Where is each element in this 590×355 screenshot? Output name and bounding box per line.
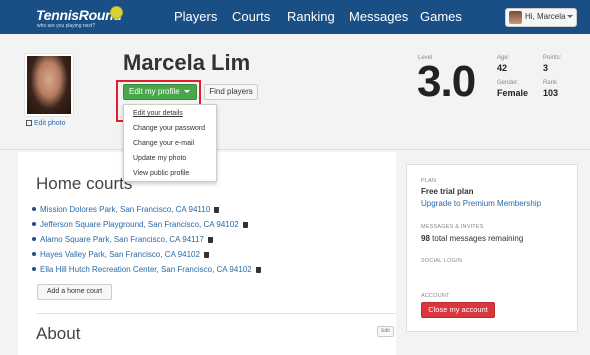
about-title: About bbox=[36, 324, 81, 343]
edit-icon bbox=[26, 120, 32, 126]
bullet-icon bbox=[32, 267, 36, 271]
court-item: Ella Hill Hutch Recreation Center, San F… bbox=[32, 265, 261, 274]
menu-view-public-profile[interactable]: View public profile bbox=[133, 170, 189, 177]
menu-change-email[interactable]: Change your e-mail bbox=[133, 140, 194, 147]
edit-photo-label: Edit photo bbox=[34, 120, 66, 127]
user-greeting: Hi, Marcela bbox=[525, 12, 574, 21]
court-link[interactable]: Alamo Square Park, San Francisco, CA 941… bbox=[40, 235, 204, 244]
points-value: 3 bbox=[543, 63, 549, 73]
gender-label: Gender: bbox=[497, 80, 519, 86]
messages-label: MESSAGES & INVITES bbox=[421, 224, 484, 230]
court-item: Hayes Valley Park, San Francisco, CA 941… bbox=[32, 250, 209, 259]
plan-label: PLAN bbox=[421, 178, 437, 184]
chevron-down-icon bbox=[567, 15, 574, 19]
section-divider bbox=[36, 313, 396, 314]
court-item: Alamo Square Park, San Francisco, CA 941… bbox=[32, 235, 213, 244]
level-value: 3.0 bbox=[417, 57, 476, 106]
court-item: Jefferson Square Playground, San Francis… bbox=[32, 220, 248, 229]
menu-update-photo[interactable]: Update my photo bbox=[133, 155, 186, 162]
user-avatar bbox=[509, 11, 522, 24]
nav-messages[interactable]: Messages bbox=[349, 9, 408, 24]
account-label: ACCOUNT bbox=[421, 293, 450, 299]
close-account-button[interactable]: Close my account bbox=[421, 302, 495, 318]
trash-icon[interactable] bbox=[255, 267, 261, 273]
messages-count: 98 bbox=[421, 234, 430, 243]
bullet-icon bbox=[32, 252, 36, 256]
trash-icon[interactable] bbox=[214, 207, 220, 213]
court-link[interactable]: Mission Dolores Park, San Francisco, CA … bbox=[40, 205, 210, 214]
gender-value: Female bbox=[497, 88, 529, 98]
find-players-button[interactable]: Find players bbox=[204, 84, 258, 100]
court-link[interactable]: Hayes Valley Park, San Francisco, CA 941… bbox=[40, 250, 200, 259]
upgrade-link[interactable]: Upgrade to Premium Membership bbox=[421, 199, 541, 208]
trash-icon[interactable] bbox=[207, 237, 213, 243]
age-label: Age: bbox=[497, 55, 510, 61]
bullet-icon bbox=[32, 237, 36, 241]
nav-courts[interactable]: Courts bbox=[232, 9, 270, 24]
trash-icon[interactable] bbox=[242, 222, 248, 228]
top-navbar: TennisRound who are you playing next? Pl… bbox=[0, 0, 590, 34]
nav-games[interactable]: Games bbox=[420, 9, 462, 24]
bullet-icon bbox=[32, 207, 36, 211]
bullet-icon bbox=[32, 222, 36, 226]
user-menu-button[interactable]: Hi, Marcela bbox=[505, 8, 577, 27]
add-home-court-button[interactable]: Add a home court bbox=[37, 284, 112, 300]
user-greeting-label: Hi, Marcela bbox=[525, 12, 566, 21]
profile-name: Marcela Lim bbox=[123, 50, 251, 75]
age-value: 42 bbox=[497, 63, 508, 73]
plan-value: Free trial plan bbox=[421, 187, 474, 196]
edit-about-button[interactable]: Edit bbox=[377, 326, 394, 337]
rank-value: 103 bbox=[543, 88, 559, 98]
social-login-label: SOCIAL LOGIN bbox=[421, 258, 463, 264]
edit-profile-label: Edit my profile bbox=[129, 87, 180, 96]
chevron-down-icon bbox=[183, 90, 190, 94]
court-item: Mission Dolores Park, San Francisco, CA … bbox=[32, 205, 220, 214]
profile-photo bbox=[25, 54, 73, 116]
home-courts-title: Home courts bbox=[36, 174, 133, 193]
brand-logo[interactable]: TennisRound who are you playing next? bbox=[36, 5, 136, 31]
edit-profile-dropdown: Edit your details Change your password C… bbox=[123, 104, 217, 182]
rank-label: Rank bbox=[543, 80, 558, 86]
nav-ranking[interactable]: Ranking bbox=[287, 9, 335, 24]
brand-name: TennisRound bbox=[36, 7, 122, 23]
menu-change-password[interactable]: Change your password bbox=[133, 125, 205, 132]
messages-remaining: 98 total messages remaining bbox=[421, 234, 523, 243]
menu-edit-details[interactable]: Edit your details bbox=[133, 110, 183, 117]
trash-icon[interactable] bbox=[203, 252, 209, 258]
edit-photo-link[interactable]: Edit photo bbox=[26, 120, 66, 127]
tennis-ball-icon bbox=[110, 6, 123, 19]
court-link[interactable]: Ella Hill Hutch Recreation Center, San F… bbox=[40, 265, 252, 274]
messages-text: total messages remaining bbox=[432, 234, 524, 243]
nav-players[interactable]: Players bbox=[174, 9, 217, 24]
court-link[interactable]: Jefferson Square Playground, San Francis… bbox=[40, 220, 239, 229]
edit-profile-button[interactable]: Edit my profile bbox=[123, 84, 197, 100]
brand-tagline: who are you playing next? bbox=[37, 23, 96, 29]
points-label: Points: bbox=[543, 55, 562, 61]
